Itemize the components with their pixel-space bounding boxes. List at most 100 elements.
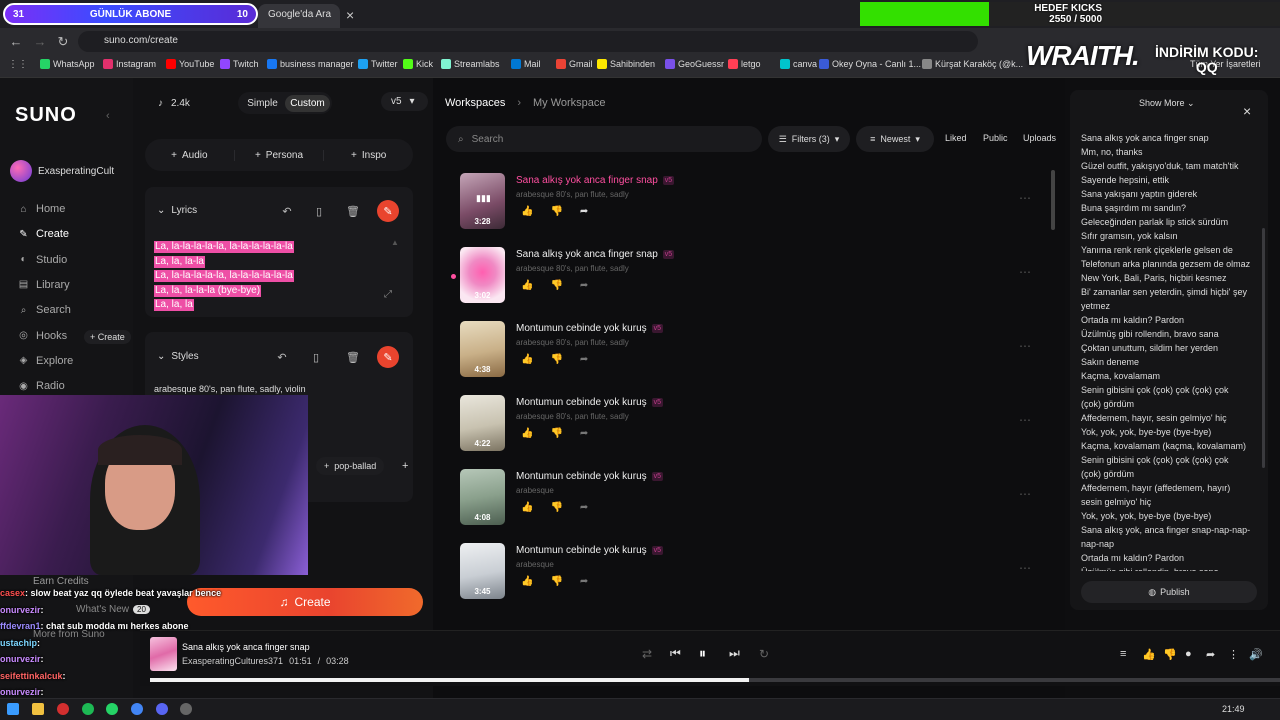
song-row[interactable]: 3:45 Montumun cebinde yok kuruş v5 arabesqu… bbox=[460, 543, 1045, 603]
chat-username[interactable]: onurvezir bbox=[0, 605, 41, 615]
bookmark-item[interactable]: Gmail bbox=[556, 59, 593, 69]
browser-tab[interactable]: Google'da Ara bbox=[258, 4, 340, 28]
breadcrumb-current[interactable]: My Workspace bbox=[533, 97, 606, 109]
apps-icon[interactable]: ⋮⋮ bbox=[8, 60, 28, 70]
share-icon[interactable]: ➦ bbox=[1206, 648, 1215, 661]
sidebar-item-explore[interactable]: ◈ Explore bbox=[18, 355, 74, 367]
like-icon[interactable]: 👍 bbox=[521, 576, 533, 587]
obs-icon[interactable] bbox=[180, 703, 192, 715]
chat-username[interactable]: onurvezir bbox=[0, 687, 41, 697]
bookmark-item[interactable]: YouTube bbox=[166, 59, 214, 69]
progress-track[interactable] bbox=[150, 678, 1280, 682]
bookmark-icon[interactable]: ▯ bbox=[308, 200, 330, 222]
song-cover[interactable]: 4:38 bbox=[460, 321, 505, 377]
show-more-button[interactable]: Show More ⌄ bbox=[1139, 98, 1195, 109]
magic-wand-icon[interactable]: ✎ bbox=[377, 346, 399, 368]
bookmark-item[interactable]: letgo bbox=[728, 59, 761, 69]
previous-icon[interactable]: ⏮ bbox=[670, 646, 681, 661]
credits-badge[interactable]: ♪ 2.4k bbox=[145, 92, 200, 115]
close-tab-icon[interactable]: × bbox=[346, 7, 354, 23]
song-title[interactable]: Montumun cebinde yok kuruş v5 bbox=[516, 471, 664, 482]
dislike-icon[interactable]: 👎 bbox=[550, 354, 562, 365]
styles-input[interactable]: arabesque 80's, pan flute, sadly, violin bbox=[154, 384, 306, 394]
next-icon[interactable]: ⏭ bbox=[729, 646, 740, 661]
song-title[interactable]: Montumun cebinde yok kuruş v5 bbox=[516, 397, 664, 408]
bookmark-item[interactable]: business manager bbox=[267, 59, 354, 69]
more-options-icon[interactable]: ⋯ bbox=[1019, 339, 1031, 353]
share-icon[interactable]: ➦ bbox=[580, 502, 588, 513]
add-audio-button[interactable]: + Audio bbox=[145, 150, 234, 161]
file-explorer-icon[interactable] bbox=[32, 703, 44, 715]
chrome-icon[interactable] bbox=[131, 703, 143, 715]
queue-icon[interactable]: ≡ bbox=[1120, 648, 1126, 660]
bookmark-icon[interactable]: ▯ bbox=[305, 346, 327, 368]
like-icon[interactable]: 👍 bbox=[1142, 648, 1156, 661]
lyrics-scrollbar[interactable] bbox=[1262, 228, 1265, 468]
share-icon[interactable]: ➦ bbox=[580, 206, 588, 217]
chat-username[interactable]: ffdevran1 bbox=[0, 621, 41, 631]
like-icon[interactable]: 👍 bbox=[521, 354, 533, 365]
comment-icon[interactable]: ● bbox=[1185, 648, 1192, 660]
opera-icon[interactable] bbox=[57, 703, 69, 715]
sidebar-item-studio[interactable]: ◐ Studio bbox=[18, 254, 67, 266]
bookmark-item[interactable]: canva bbox=[780, 59, 817, 69]
more-options-icon[interactable]: ⋯ bbox=[1019, 487, 1031, 501]
breadcrumb-root[interactable]: Workspaces bbox=[445, 97, 505, 109]
sidebar-item-radio[interactable]: ◉ Radio bbox=[18, 380, 65, 392]
sidebar-item-hooks[interactable]: ◎ Hooks bbox=[18, 330, 67, 342]
more-options-icon[interactable]: ⋯ bbox=[1019, 265, 1031, 279]
song-row[interactable]: 4:38 Montumun cebinde yok kuruş v5 arabesqu… bbox=[460, 321, 1045, 381]
sort-button[interactable]: ≡ Newest ▾ bbox=[856, 126, 934, 152]
sidebar-item-create[interactable]: ✎ Create bbox=[18, 228, 69, 240]
add-inspo-button[interactable]: + Inspo bbox=[323, 149, 413, 161]
like-icon[interactable]: 👍 bbox=[521, 206, 533, 217]
sidebar-item-library[interactable]: ▤ Library bbox=[18, 279, 70, 291]
expand-icon[interactable]: ⤢ bbox=[384, 289, 392, 300]
pause-icon[interactable]: ⏸ bbox=[699, 645, 706, 662]
bookmark-item[interactable]: Streamlabs bbox=[441, 59, 500, 69]
share-icon[interactable]: ➦ bbox=[580, 354, 588, 365]
song-cover[interactable]: 3:28 ▮▮▮ bbox=[460, 173, 505, 229]
filters-button[interactable]: ☰ Filters (3) ▾ bbox=[768, 126, 850, 152]
chat-username[interactable]: casex bbox=[0, 588, 25, 598]
sidebar-item-search[interactable]: ⌕ Search bbox=[18, 304, 71, 316]
dislike-icon[interactable]: 👎 bbox=[550, 502, 562, 513]
back-icon[interactable]: ← bbox=[8, 34, 24, 50]
uploads-filter[interactable]: Uploads bbox=[1023, 133, 1056, 143]
bookmark-item[interactable]: Kick bbox=[403, 59, 433, 69]
lyrics-header[interactable]: ⌄ Lyrics bbox=[157, 205, 197, 216]
dislike-icon[interactable]: 👎 bbox=[550, 576, 562, 587]
version-select[interactable]: v5 ▾ bbox=[381, 92, 428, 111]
undo-icon[interactable]: ↶ bbox=[276, 200, 298, 222]
bookmark-item[interactable]: Twitter bbox=[358, 59, 398, 69]
song-title[interactable]: Montumun cebinde yok kuruş v5 bbox=[516, 545, 664, 556]
plus-icon[interactable]: + bbox=[402, 460, 408, 472]
suno-logo[interactable]: SUNO bbox=[15, 104, 77, 127]
hooks-create-button[interactable]: + Create bbox=[84, 330, 131, 344]
public-filter[interactable]: Public bbox=[983, 133, 1008, 143]
publish-button[interactable]: ◍ Publish bbox=[1081, 581, 1257, 603]
share-icon[interactable]: ➦ bbox=[580, 428, 588, 439]
bookmark-item[interactable]: Kürşat Karaköç (@k... bbox=[922, 59, 1023, 69]
bookmark-item[interactable]: GeoGuessr bbox=[665, 59, 724, 69]
collapse-sidebar-icon[interactable]: ‹ bbox=[106, 110, 110, 122]
bookmark-item[interactable]: WhatsApp bbox=[40, 59, 95, 69]
liked-filter[interactable]: Liked bbox=[945, 133, 967, 143]
mode-custom[interactable]: Custom bbox=[285, 94, 330, 112]
song-list-scrollbar[interactable] bbox=[1051, 170, 1055, 230]
song-cover[interactable]: 4:22 bbox=[460, 395, 505, 451]
song-row[interactable]: 3:02 Sana alkış yok anca finger snap v5 ara… bbox=[451, 247, 1045, 307]
trash-icon[interactable]: 🗑 bbox=[342, 346, 364, 368]
chat-username[interactable]: ustachip bbox=[0, 638, 37, 648]
magic-wand-icon[interactable]: ✎ bbox=[377, 200, 399, 222]
more-options-icon[interactable]: ⋯ bbox=[1019, 561, 1031, 575]
sidebar-item-home[interactable]: ⌂ Home bbox=[18, 203, 65, 215]
styles-header[interactable]: ⌄ Styles bbox=[157, 351, 199, 362]
volume-icon[interactable]: 🔊 bbox=[1249, 648, 1263, 661]
song-row[interactable]: 4:22 Montumun cebinde yok kuruş v5 arabesqu… bbox=[460, 395, 1045, 455]
trash-icon[interactable]: 🗑 bbox=[342, 200, 364, 222]
windows-start-icon[interactable] bbox=[7, 703, 19, 715]
like-icon[interactable]: 👍 bbox=[521, 502, 533, 513]
song-cover[interactable]: 4:08 bbox=[460, 469, 505, 525]
url-field[interactable]: suno.com/create bbox=[78, 31, 978, 52]
